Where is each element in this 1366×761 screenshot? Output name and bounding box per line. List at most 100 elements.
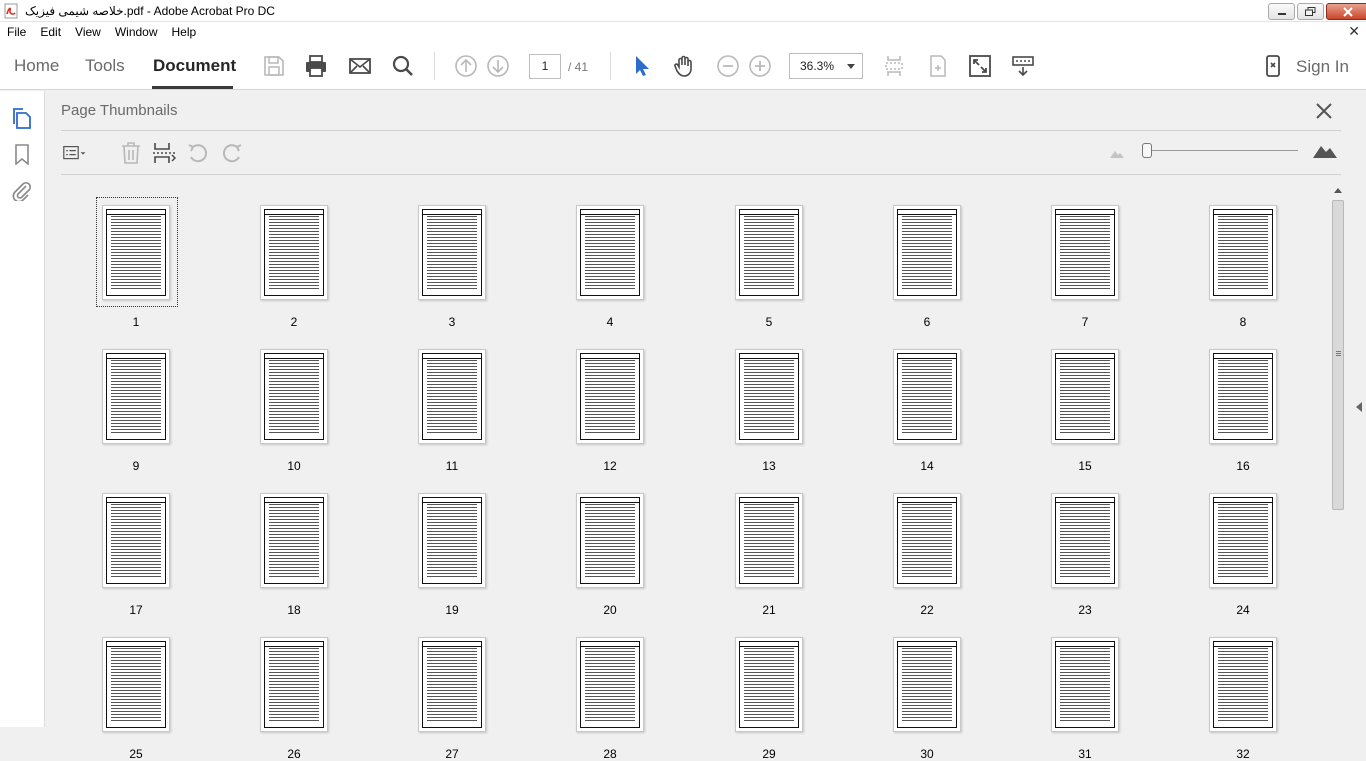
page-preview bbox=[576, 349, 644, 444]
rotate-ccw-icon[interactable] bbox=[186, 141, 210, 165]
menu-file[interactable]: File bbox=[0, 25, 33, 39]
page-content-preview bbox=[1213, 497, 1273, 584]
page-number-label: 11 bbox=[445, 459, 459, 473]
page-content-preview bbox=[1055, 353, 1115, 440]
page-preview bbox=[260, 493, 328, 588]
right-pane-toggle-icon[interactable] bbox=[1356, 402, 1362, 412]
zoom-level-select[interactable]: 36.3% bbox=[789, 53, 863, 79]
page-preview bbox=[418, 637, 486, 732]
close-window-button[interactable] bbox=[1326, 3, 1366, 20]
attachment-icon[interactable] bbox=[11, 179, 33, 201]
page-number-label: 27 bbox=[445, 747, 459, 761]
toolbar-separator bbox=[610, 52, 611, 80]
save-icon[interactable] bbox=[262, 54, 286, 78]
options-menu-icon[interactable] bbox=[63, 141, 87, 165]
page-preview bbox=[893, 493, 961, 588]
scroll-mode-icon[interactable] bbox=[1011, 54, 1035, 78]
page-content-preview bbox=[106, 641, 166, 728]
page-down-icon[interactable] bbox=[486, 54, 510, 78]
page-total: / 41 bbox=[568, 60, 589, 74]
grip-line bbox=[1336, 351, 1341, 352]
page-number-label: 22 bbox=[920, 603, 934, 617]
tab-tools[interactable]: Tools bbox=[85, 56, 125, 76]
zoom-out-icon[interactable] bbox=[716, 54, 740, 78]
vertical-scrollbar[interactable] bbox=[1329, 185, 1346, 727]
delete-page-icon[interactable] bbox=[119, 141, 143, 165]
scrollbar-thumb[interactable] bbox=[1332, 200, 1344, 510]
page-header-rule bbox=[740, 644, 798, 647]
restore-icon bbox=[1305, 7, 1316, 16]
page-preview bbox=[576, 637, 644, 732]
rotate-page-icon[interactable] bbox=[926, 54, 950, 78]
page-number-label: 20 bbox=[603, 603, 617, 617]
page-content-preview bbox=[1055, 497, 1115, 584]
page-number-label: 31 bbox=[1078, 747, 1092, 761]
thumbnail-size-slider[interactable] bbox=[1142, 143, 1152, 158]
page-number-label: 15 bbox=[1078, 459, 1092, 473]
page-up-icon[interactable] bbox=[454, 54, 478, 78]
menu-edit[interactable]: Edit bbox=[33, 25, 68, 39]
page-preview bbox=[735, 349, 803, 444]
page-content-preview bbox=[422, 209, 482, 296]
grip-line bbox=[1336, 355, 1341, 356]
page-preview bbox=[102, 493, 170, 588]
divider bbox=[61, 130, 1341, 131]
page-preview bbox=[260, 349, 328, 444]
window-title: خلاصه شیمی فیزیک.pdf - Adobe Acrobat Pro… bbox=[25, 3, 275, 18]
sign-in-link[interactable]: Sign In bbox=[1296, 57, 1349, 77]
page-content-preview bbox=[580, 353, 640, 440]
title-bar: خلاصه شیمی فیزیک.pdf - Adobe Acrobat Pro… bbox=[0, 0, 1366, 22]
fullscreen-icon[interactable] bbox=[968, 54, 992, 78]
close-icon[interactable] bbox=[1313, 100, 1335, 122]
page-preview bbox=[1209, 349, 1277, 444]
mobile-link-icon[interactable] bbox=[1261, 54, 1285, 78]
page-header-rule bbox=[740, 356, 798, 359]
tab-home[interactable]: Home bbox=[14, 56, 59, 76]
page-number-label: 21 bbox=[762, 603, 776, 617]
page-header-rule bbox=[265, 644, 323, 647]
large-thumbnail-icon[interactable] bbox=[1312, 141, 1338, 159]
small-thumbnail-icon[interactable] bbox=[1109, 147, 1125, 159]
page-number-input[interactable]: 1 bbox=[529, 54, 561, 79]
page-preview bbox=[418, 205, 486, 300]
page-preview bbox=[1209, 205, 1277, 300]
acrobat-pdf-icon bbox=[4, 3, 18, 18]
page-content-preview bbox=[580, 641, 640, 728]
search-icon[interactable] bbox=[391, 54, 415, 78]
page-number-label: 12 bbox=[603, 459, 617, 473]
page-preview bbox=[260, 205, 328, 300]
page-header-rule bbox=[581, 212, 639, 215]
page-header-rule bbox=[1214, 500, 1272, 503]
window-controls bbox=[1266, 3, 1366, 20]
minimize-button[interactable] bbox=[1268, 3, 1295, 20]
restore-button[interactable] bbox=[1297, 3, 1324, 20]
page-number-label: 1 bbox=[132, 315, 140, 329]
zoom-in-icon[interactable] bbox=[748, 54, 772, 78]
select-cursor-icon[interactable] bbox=[630, 54, 654, 78]
hand-tool-icon[interactable] bbox=[672, 54, 696, 78]
active-tab-indicator bbox=[152, 86, 233, 89]
scroll-up-arrow[interactable] bbox=[1334, 188, 1342, 193]
bookmark-icon[interactable] bbox=[11, 143, 33, 165]
menu-help[interactable]: Help bbox=[165, 25, 204, 39]
rotate-cw-icon[interactable] bbox=[220, 141, 244, 165]
page-thumbnails-icon[interactable] bbox=[11, 107, 33, 129]
page-header-rule bbox=[581, 644, 639, 647]
email-icon[interactable] bbox=[348, 54, 372, 78]
fit-page-icon[interactable] bbox=[882, 54, 906, 78]
page-preview bbox=[893, 637, 961, 732]
print-icon[interactable] bbox=[304, 54, 328, 78]
page-content-preview bbox=[1213, 209, 1273, 296]
page-content-preview bbox=[739, 641, 799, 728]
page-content-preview bbox=[1213, 641, 1273, 728]
page-preview bbox=[576, 493, 644, 588]
menu-view[interactable]: View bbox=[68, 25, 108, 39]
insert-page-icon[interactable] bbox=[152, 141, 176, 165]
thumbnail-size-track[interactable] bbox=[1148, 150, 1298, 151]
tab-document[interactable]: Document bbox=[153, 56, 236, 76]
page-number-label: 18 bbox=[287, 603, 301, 617]
page-content-preview bbox=[422, 641, 482, 728]
page-number-label: 2 bbox=[290, 315, 298, 329]
close-document-icon[interactable]: ✕ bbox=[1348, 23, 1360, 40]
menu-window[interactable]: Window bbox=[108, 25, 165, 39]
